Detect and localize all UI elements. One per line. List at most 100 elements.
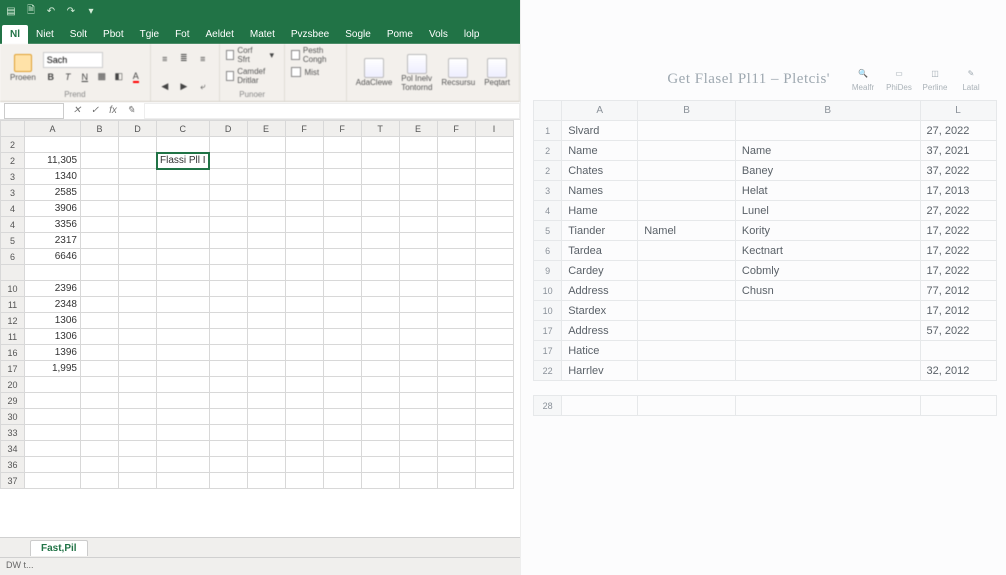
cell[interactable] bbox=[247, 265, 285, 281]
ribbon-tab-niet[interactable]: Niet bbox=[28, 25, 62, 44]
cell[interactable] bbox=[361, 393, 399, 409]
cell[interactable] bbox=[157, 441, 210, 457]
cell[interactable] bbox=[475, 297, 513, 313]
ribbon-tab-solt[interactable]: Solt bbox=[62, 25, 95, 44]
cell[interactable]: Address bbox=[562, 321, 638, 341]
cell[interactable] bbox=[437, 473, 475, 489]
cell[interactable]: 1,995 bbox=[25, 361, 81, 377]
cell[interactable] bbox=[285, 265, 323, 281]
cell[interactable] bbox=[399, 169, 437, 185]
cell[interactable] bbox=[119, 185, 157, 201]
cell[interactable] bbox=[323, 457, 361, 473]
row-header[interactable]: 37 bbox=[1, 473, 25, 489]
cell[interactable] bbox=[475, 361, 513, 377]
right-tool-perline[interactable]: ◫Perline bbox=[918, 63, 952, 92]
cell[interactable] bbox=[285, 345, 323, 361]
cell[interactable]: 1306 bbox=[25, 313, 81, 329]
cell[interactable] bbox=[119, 377, 157, 393]
cell[interactable] bbox=[247, 473, 285, 489]
cell[interactable] bbox=[638, 241, 736, 261]
cell[interactable] bbox=[437, 201, 475, 217]
cell[interactable] bbox=[25, 441, 81, 457]
cell[interactable] bbox=[157, 185, 210, 201]
cell[interactable] bbox=[285, 441, 323, 457]
check4[interactable] bbox=[291, 67, 301, 77]
cancel-icon[interactable]: ✕ bbox=[70, 105, 84, 116]
cell[interactable]: 37, 2022 bbox=[920, 161, 996, 181]
cell[interactable] bbox=[285, 153, 323, 169]
cell[interactable] bbox=[209, 409, 247, 425]
cell[interactable] bbox=[81, 473, 119, 489]
cell[interactable] bbox=[475, 249, 513, 265]
cell[interactable] bbox=[638, 121, 736, 141]
cell[interactable] bbox=[285, 233, 323, 249]
ribbon-tab-pvzsbee[interactable]: Pvzsbee bbox=[283, 25, 337, 44]
row-header[interactable]: 2 bbox=[534, 141, 562, 161]
wrap-icon[interactable]: ⤶ bbox=[195, 79, 211, 95]
cell[interactable]: 17, 2022 bbox=[920, 241, 996, 261]
cell[interactable] bbox=[157, 425, 210, 441]
cell[interactable] bbox=[399, 361, 437, 377]
cell[interactable] bbox=[247, 169, 285, 185]
cell[interactable]: Kority bbox=[735, 221, 920, 241]
cell[interactable] bbox=[209, 425, 247, 441]
cell[interactable] bbox=[399, 457, 437, 473]
row-header[interactable]: 29 bbox=[1, 393, 25, 409]
cell[interactable] bbox=[157, 297, 210, 313]
cell[interactable] bbox=[399, 313, 437, 329]
cell[interactable] bbox=[323, 217, 361, 233]
cell[interactable] bbox=[437, 361, 475, 377]
cell[interactable] bbox=[157, 137, 210, 153]
cell[interactable] bbox=[475, 345, 513, 361]
cell[interactable] bbox=[25, 425, 81, 441]
cell[interactable]: 2317 bbox=[25, 233, 81, 249]
border-button[interactable]: ▦ bbox=[94, 69, 110, 85]
cell[interactable] bbox=[157, 409, 210, 425]
cell[interactable]: 17, 2022 bbox=[920, 221, 996, 241]
redo-icon[interactable]: ↷ bbox=[64, 4, 78, 18]
cell[interactable] bbox=[361, 409, 399, 425]
cell[interactable] bbox=[323, 393, 361, 409]
row-header[interactable]: 22 bbox=[534, 361, 562, 381]
cell[interactable] bbox=[399, 409, 437, 425]
cell[interactable] bbox=[209, 217, 247, 233]
cell[interactable] bbox=[475, 137, 513, 153]
cell[interactable]: Slvard bbox=[562, 121, 638, 141]
cell[interactable] bbox=[285, 185, 323, 201]
cell[interactable] bbox=[361, 441, 399, 457]
cell[interactable] bbox=[157, 217, 210, 233]
cell[interactable] bbox=[81, 185, 119, 201]
cell[interactable] bbox=[247, 441, 285, 457]
cell[interactable] bbox=[81, 425, 119, 441]
cell[interactable] bbox=[437, 137, 475, 153]
cell[interactable] bbox=[638, 261, 736, 281]
ribbon-tab-matet[interactable]: Matet bbox=[242, 25, 283, 44]
cell[interactable] bbox=[247, 329, 285, 345]
cell[interactable] bbox=[119, 233, 157, 249]
cell[interactable] bbox=[247, 153, 285, 169]
cell[interactable] bbox=[209, 393, 247, 409]
cell[interactable] bbox=[323, 249, 361, 265]
row-header[interactable]: 3 bbox=[534, 181, 562, 201]
cell[interactable] bbox=[361, 329, 399, 345]
cell[interactable] bbox=[475, 425, 513, 441]
cell[interactable] bbox=[157, 377, 210, 393]
cell[interactable] bbox=[119, 457, 157, 473]
cell[interactable]: Address bbox=[562, 281, 638, 301]
row-header[interactable]: 3 bbox=[1, 185, 25, 201]
row-header[interactable]: 5 bbox=[534, 221, 562, 241]
cell[interactable] bbox=[209, 457, 247, 473]
cell[interactable] bbox=[119, 297, 157, 313]
cell[interactable] bbox=[81, 329, 119, 345]
row-header[interactable]: 2 bbox=[534, 161, 562, 181]
cell[interactable] bbox=[119, 153, 157, 169]
cell[interactable]: 27, 2022 bbox=[920, 201, 996, 221]
font-name-input[interactable] bbox=[43, 52, 103, 68]
underline-button[interactable]: N bbox=[77, 69, 93, 85]
cell[interactable] bbox=[323, 201, 361, 217]
cell[interactable] bbox=[209, 169, 247, 185]
cell[interactable] bbox=[209, 137, 247, 153]
cell[interactable] bbox=[81, 457, 119, 473]
cell[interactable] bbox=[119, 345, 157, 361]
row-header[interactable]: 10 bbox=[534, 301, 562, 321]
